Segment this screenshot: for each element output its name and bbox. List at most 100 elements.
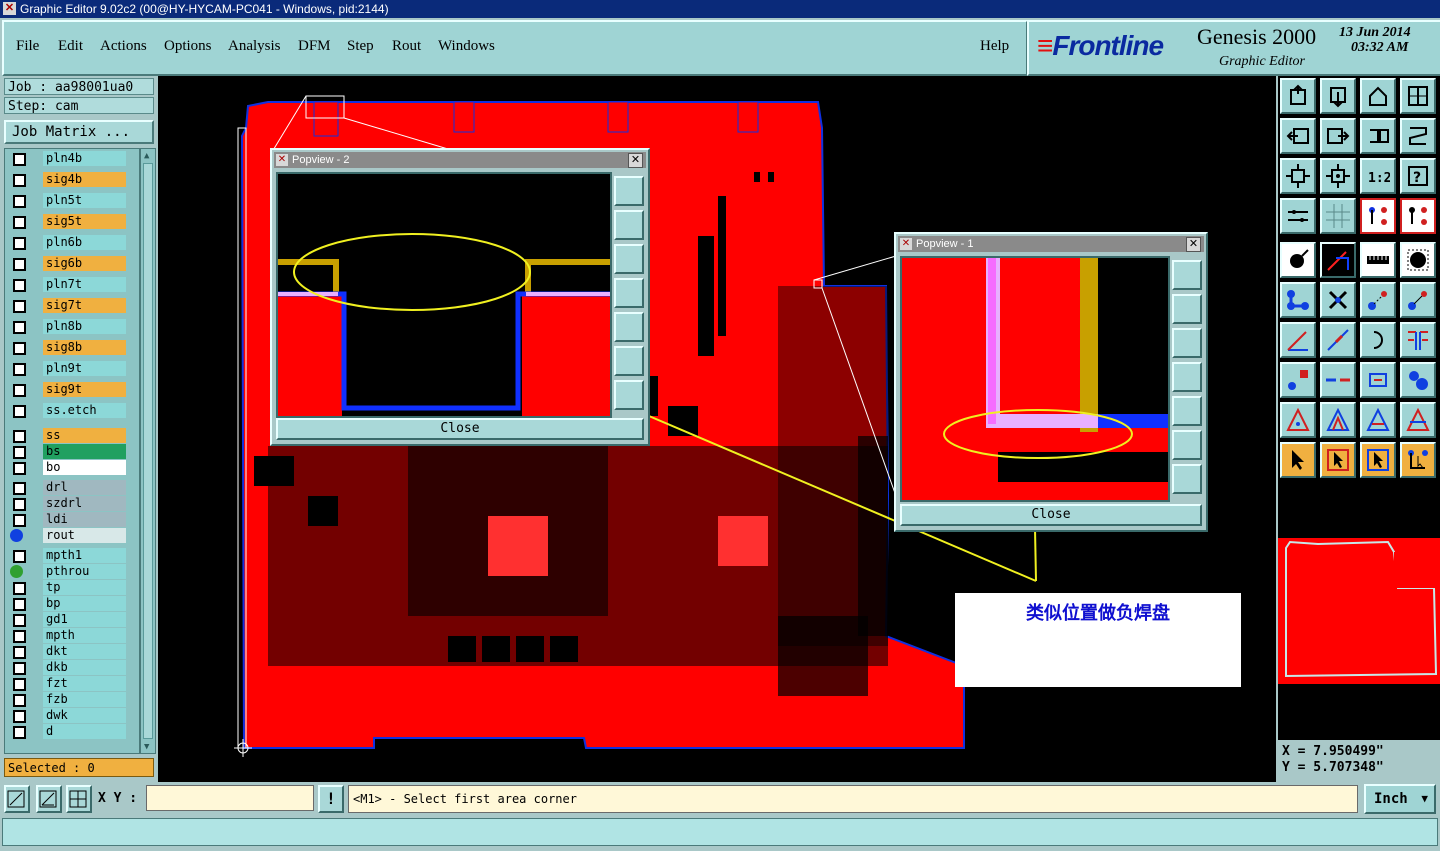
- layer-row-rout[interactable]: rout: [7, 528, 127, 543]
- layer-row-fzb[interactable]: fzb: [7, 692, 127, 707]
- ruler-button[interactable]: [1360, 242, 1396, 278]
- layer-row-sig7t[interactable]: sig7t: [7, 298, 127, 313]
- layer-row-bs[interactable]: bs: [7, 444, 127, 459]
- layer-row-sig8b[interactable]: sig8b: [7, 340, 127, 355]
- layer-row-sig4b[interactable]: sig4b: [7, 172, 127, 187]
- layer-name[interactable]: d: [43, 724, 126, 739]
- layer-name[interactable]: pln9t: [43, 361, 126, 376]
- close-icon[interactable]: ✕: [628, 153, 643, 168]
- layer-name[interactable]: szdrl: [43, 496, 126, 511]
- pop-zoom-out-button[interactable]: [614, 380, 644, 410]
- add-surface-button[interactable]: [1400, 242, 1436, 278]
- scroll-thumb[interactable]: [143, 163, 153, 739]
- layer-name[interactable]: mpth: [43, 628, 126, 643]
- layer-name[interactable]: ss.etch: [43, 403, 126, 418]
- layer-checkbox[interactable]: [13, 430, 26, 443]
- layer-name[interactable]: rout: [43, 528, 126, 543]
- polygon-red-button[interactable]: [1280, 402, 1316, 438]
- layer-name[interactable]: sig4b: [43, 172, 126, 187]
- scale-1-2-button[interactable]: 1:2: [1360, 158, 1396, 194]
- alert-icon[interactable]: !: [318, 785, 344, 813]
- close-icon[interactable]: ✕: [1186, 237, 1201, 252]
- layer-checkbox[interactable]: [13, 363, 26, 376]
- layer-affected-dot-icon[interactable]: [10, 565, 23, 578]
- layer-row-ldi[interactable]: ldi: [7, 512, 127, 527]
- layer-name[interactable]: pln5t: [43, 193, 126, 208]
- layer-row-ss-etch[interactable]: ss.etch: [7, 403, 127, 418]
- menu-windows[interactable]: Windows: [438, 38, 495, 55]
- help-query-button[interactable]: ?: [1400, 158, 1436, 194]
- layer-row-pln9t[interactable]: pln9t: [7, 361, 127, 376]
- layer-checkbox[interactable]: [13, 482, 26, 495]
- net-select-button[interactable]: [1400, 198, 1436, 234]
- layer-row-pln7t[interactable]: pln7t: [7, 277, 127, 292]
- layer-checkbox[interactable]: [13, 279, 26, 292]
- layer-name[interactable]: dkt: [43, 644, 126, 659]
- net-highlight-button[interactable]: [1360, 198, 1396, 234]
- layer-checkbox[interactable]: [13, 153, 26, 166]
- redraw-button[interactable]: [1400, 118, 1436, 154]
- grid-toggle-button[interactable]: [1320, 198, 1356, 234]
- layer-checkbox[interactable]: [13, 614, 26, 627]
- layer-row-bo[interactable]: bo: [7, 460, 127, 475]
- pop-pan-left-button[interactable]: [1172, 362, 1202, 392]
- layer-checkbox[interactable]: [13, 258, 26, 271]
- layer-checkbox[interactable]: [13, 405, 26, 418]
- popview-2-view[interactable]: [276, 172, 612, 418]
- layer-name[interactable]: pln7t: [43, 277, 126, 292]
- layer-checkbox[interactable]: [13, 646, 26, 659]
- pan-right-button[interactable]: [1320, 118, 1356, 154]
- layer-checkbox[interactable]: [13, 694, 26, 707]
- pop-zoom-out-button[interactable]: [1172, 464, 1202, 494]
- popview-1-title-bar[interactable]: ✕ Popview - 1 ✕: [898, 236, 1204, 252]
- menu-step[interactable]: Step: [347, 38, 374, 55]
- layer-name[interactable]: sig5t: [43, 214, 126, 229]
- layer-checkbox[interactable]: [13, 514, 26, 527]
- select-net-button[interactable]: [1400, 442, 1436, 478]
- layer-row-pln6b[interactable]: pln6b: [7, 235, 127, 250]
- popview-1-close-button[interactable]: Close: [900, 504, 1202, 526]
- layer-row-tp[interactable]: tp: [7, 580, 127, 595]
- layer-row-ss[interactable]: ss: [7, 428, 127, 443]
- layer-checkbox[interactable]: [13, 300, 26, 313]
- pan-left-button[interactable]: [1280, 118, 1316, 154]
- add-arc-button[interactable]: [1360, 322, 1396, 358]
- pop-pan-down-button[interactable]: [1172, 328, 1202, 358]
- fit-screen-button[interactable]: [1280, 158, 1316, 194]
- layer-name[interactable]: bo: [43, 460, 126, 475]
- layer-checkbox[interactable]: [13, 321, 26, 334]
- layer-row-pln8b[interactable]: pln8b: [7, 319, 127, 334]
- add-pad-button[interactable]: [1280, 242, 1316, 278]
- layer-row-sig5t[interactable]: sig5t: [7, 214, 127, 229]
- popview-1-window[interactable]: ✕ Popview - 1 ✕ Close: [894, 232, 1208, 532]
- layer-row-sig9t[interactable]: sig9t: [7, 382, 127, 397]
- window-split-button[interactable]: [1400, 78, 1436, 114]
- layer-checkbox[interactable]: [13, 678, 26, 691]
- pop-pan-right-button[interactable]: [1172, 396, 1202, 426]
- layer-checkbox[interactable]: [13, 462, 26, 475]
- move-feature-button[interactable]: [1360, 282, 1396, 318]
- layer-name[interactable]: drl: [43, 480, 126, 495]
- layer-checkbox[interactable]: [13, 498, 26, 511]
- layer-name[interactable]: sig9t: [43, 382, 126, 397]
- copy-feature-button[interactable]: [1400, 282, 1436, 318]
- layer-row-pthrou[interactable]: pthrou: [7, 564, 127, 579]
- layer-checkbox[interactable]: [13, 216, 26, 229]
- layer-affected-dot-icon[interactable]: [10, 529, 23, 542]
- layer-row-mpth[interactable]: mpth: [7, 628, 127, 643]
- layer-checkbox[interactable]: [13, 237, 26, 250]
- select-box-button[interactable]: [1320, 442, 1356, 478]
- layer-name[interactable]: ldi: [43, 512, 126, 527]
- layer-checkbox[interactable]: [13, 598, 26, 611]
- layer-checkbox[interactable]: [13, 195, 26, 208]
- trim-line-button[interactable]: [1320, 362, 1356, 398]
- pop-pan-left-button[interactable]: [614, 278, 644, 308]
- layer-checkbox[interactable]: [13, 710, 26, 723]
- layer-name[interactable]: sig7t: [43, 298, 126, 313]
- menu-rout[interactable]: Rout: [392, 38, 421, 55]
- layer-name[interactable]: tp: [43, 580, 126, 595]
- polygon-blue-button[interactable]: [1320, 402, 1356, 438]
- zoom-home-button[interactable]: [1280, 78, 1316, 114]
- layer-name[interactable]: ss: [43, 428, 126, 443]
- layer-name[interactable]: pln6b: [43, 235, 126, 250]
